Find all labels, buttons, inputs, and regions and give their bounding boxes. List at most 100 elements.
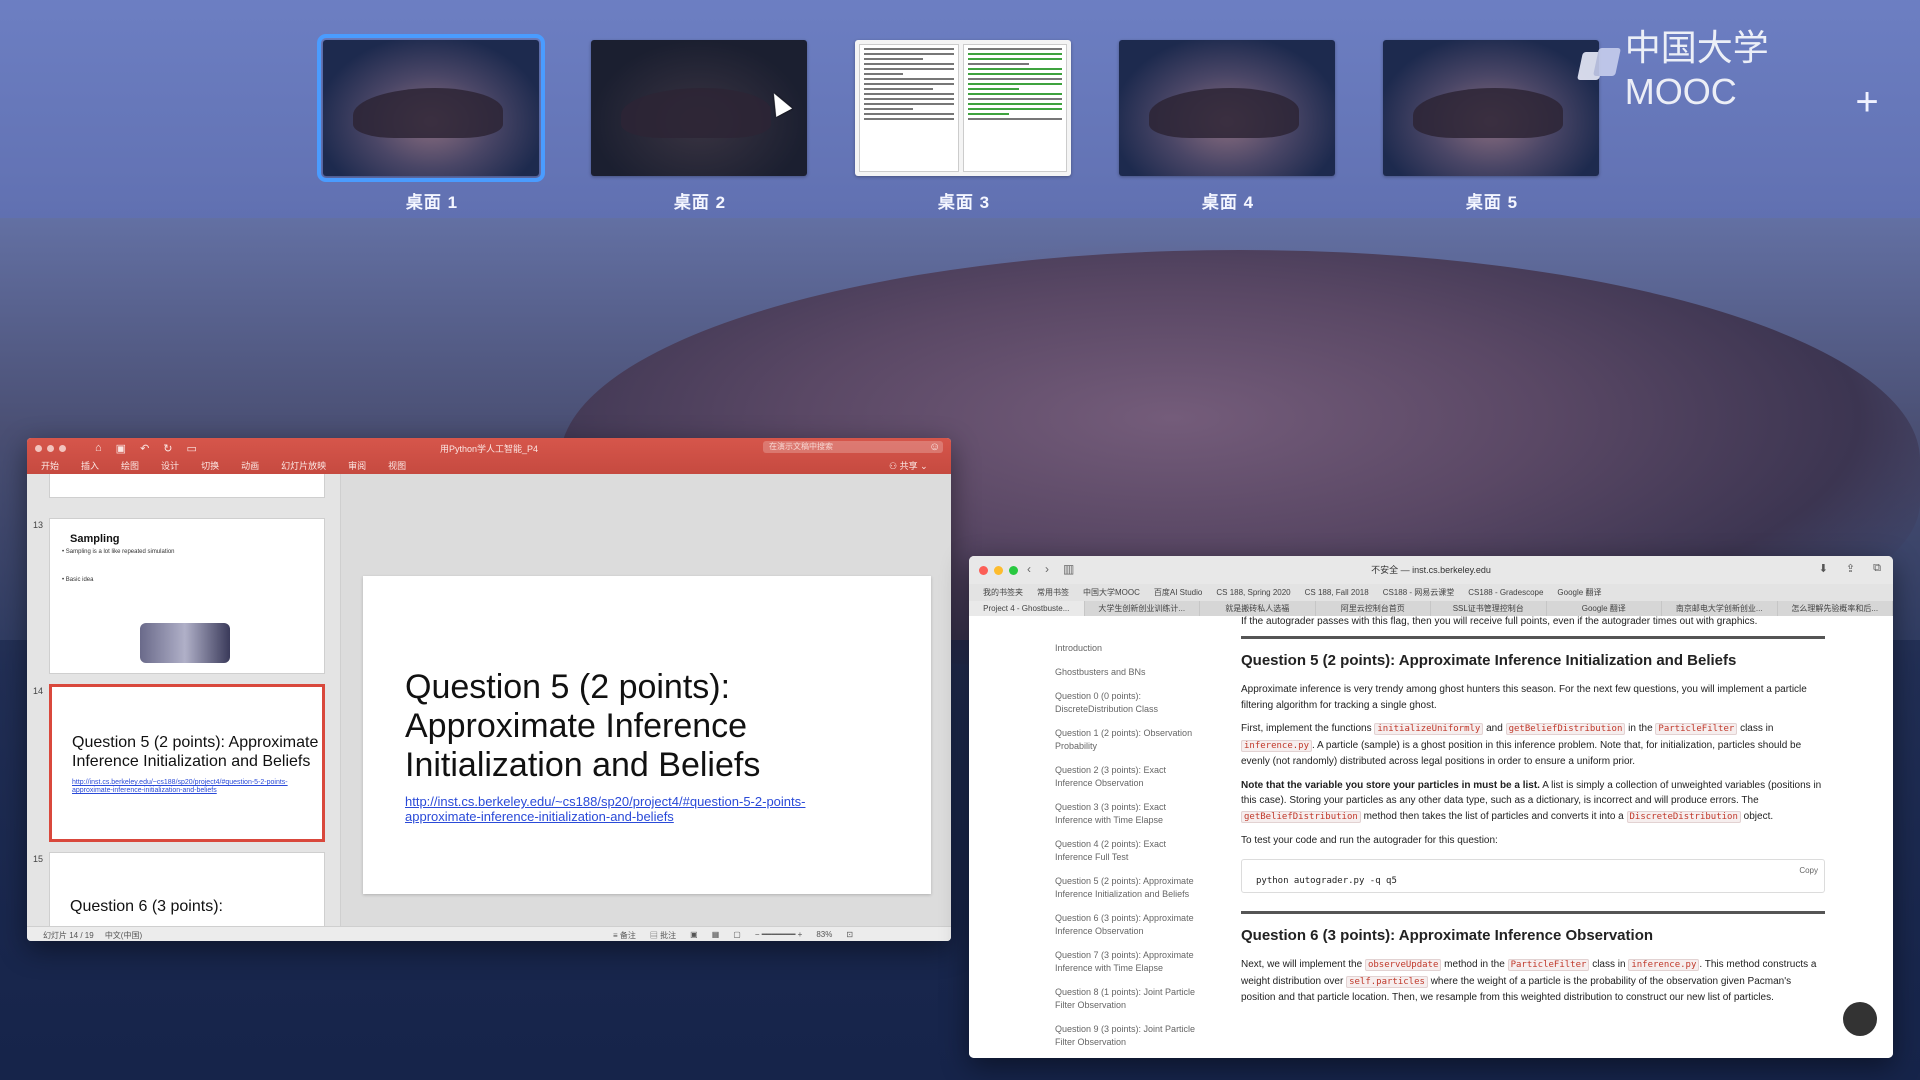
toc-link[interactable]: Ghostbusters and BNs — [1055, 666, 1205, 679]
bookmark-item[interactable]: CS 188, Spring 2020 — [1216, 584, 1290, 601]
tabs-overview-icon[interactable]: ⧉ — [1873, 562, 1881, 575]
tab-design[interactable]: 设计 — [161, 459, 179, 472]
slide-link[interactable]: http://inst.cs.berkeley.edu/~cs188/sp20/… — [405, 794, 875, 824]
toc-link[interactable]: Question 7 (3 points): Approximate Infer… — [1055, 949, 1205, 975]
current-slide[interactable]: Question 5 (2 points): Approximate Infer… — [363, 576, 931, 894]
minimize-button[interactable] — [994, 566, 1003, 575]
space-4[interactable]: 桌面 4 — [1119, 40, 1337, 212]
web-page-content[interactable]: Introduction Ghostbusters and BNs Questi… — [969, 616, 1893, 1058]
tab-animations[interactable]: 动画 — [241, 459, 259, 472]
slide-thumbnail-panel[interactable]: 13 Sampling • Sampling is a lot like rep… — [27, 474, 341, 926]
thumbnail-bullet: • Basic idea — [62, 577, 94, 583]
forward-icon[interactable]: › — [1045, 562, 1049, 576]
tab-insert[interactable]: 插入 — [81, 459, 99, 472]
q5-paragraph-2: First, implement the functions initializ… — [1241, 721, 1825, 770]
toc-link[interactable]: Question 5 (2 points): Approximate Infer… — [1055, 875, 1205, 901]
browser-tab[interactable]: 大学生创新创业训练计... — [1085, 601, 1200, 616]
mooc-watermark-logo: 中国大学MOOC — [1580, 27, 1860, 112]
text-span: First, implement the functions — [1241, 723, 1372, 734]
ppt-search-input[interactable]: 在演示文稿中搜索 — [763, 441, 943, 453]
thumbnail-link[interactable]: http://inst.cs.berkeley.edu/~cs188/sp20/… — [52, 779, 322, 795]
code-block[interactable]: python autograder.py -q q5 Copy — [1241, 858, 1825, 893]
share-button[interactable]: ⚇ 共享 ⌄ — [889, 459, 928, 472]
intro-line: If the autograder passes with this flag,… — [1241, 616, 1758, 627]
robot-illustration — [140, 623, 230, 663]
space-5[interactable]: 桌面 5 — [1383, 40, 1601, 212]
mooc-logo-text: 中国大学MOOC — [1624, 27, 1769, 112]
language-indicator[interactable]: 中文(中国) — [105, 931, 142, 940]
mooc-logo-icon — [1580, 48, 1617, 84]
bookmark-item[interactable]: CS188 - 网易云课堂 — [1383, 584, 1455, 601]
bookmark-item[interactable]: 常用书签 — [1037, 584, 1069, 601]
address-bar[interactable]: 不安全 — inst.cs.berkeley.edu — [1231, 562, 1631, 578]
q5-heading: Question 5 (2 points): Approximate Infer… — [1241, 651, 1737, 669]
slide-thumbnail-13[interactable]: Sampling • Sampling is a lot like repeat… — [49, 518, 325, 674]
toc-link[interactable]: Question 4 (2 points): Exact Inference F… — [1055, 838, 1205, 864]
text-span: class in — [1740, 723, 1774, 734]
slide-thumbnail-15[interactable]: Question 6 (3 points): — [49, 852, 325, 926]
share-icon[interactable]: ⇪ — [1846, 562, 1855, 575]
zoom-slider[interactable]: − ━━━━━━━ + — [755, 930, 803, 941]
space-3[interactable]: 桌面 3 — [855, 40, 1073, 212]
toc-link[interactable]: Question 9 (3 points): Joint Particle Fi… — [1055, 1023, 1205, 1049]
tab-view[interactable]: 视图 — [388, 459, 406, 472]
notes-button[interactable]: ≡ 备注 — [613, 930, 636, 941]
code-inline: DiscreteDistribution — [1626, 810, 1741, 823]
q5-paragraph-4: To test your code and run the autograder… — [1241, 835, 1498, 846]
tab-review[interactable]: 审阅 — [348, 459, 366, 472]
tab-transitions[interactable]: 切换 — [201, 459, 219, 472]
slide-editor-canvas[interactable]: Question 5 (2 points): Approximate Infer… — [341, 474, 951, 926]
normal-view-icon[interactable]: ▣ — [690, 930, 698, 941]
navigation-controls: ‹ › ▥ — [1027, 562, 1074, 576]
ppt-ribbon-tabs: 开始 插入 绘图 设计 切换 动画 幻灯片放映 审阅 视图 — [41, 459, 406, 472]
safari-window[interactable]: ‹ › ▥ 不安全 — inst.cs.berkeley.edu ⬇ ⇪ ⧉ 我… — [969, 556, 1893, 1058]
slide-thumbnail-12[interactable] — [49, 474, 325, 498]
space-1[interactable]: 桌面 1 — [317, 34, 545, 212]
thumbnail-title: Sampling — [70, 533, 120, 545]
text-span: . A particle (sample) is a ghost positio… — [1241, 739, 1802, 768]
window-controls — [979, 566, 1018, 575]
bookmark-item[interactable]: 我的书签夹 — [983, 584, 1023, 601]
floating-action-button[interactable] — [1843, 1002, 1877, 1036]
code-inline: ParticleFilter — [1507, 959, 1590, 971]
powerpoint-window[interactable]: ⌂ ▣ ↶ ↻ ▭ 用Python学人工智能_P4 在演示文稿中搜索 ☺ 开始 … — [27, 438, 951, 941]
bookmark-item[interactable]: CS 188, Fall 2018 — [1305, 584, 1369, 601]
copy-button[interactable]: Copy — [1799, 863, 1818, 879]
toc-link[interactable]: Question 6 (3 points): Approximate Infer… — [1055, 912, 1205, 938]
tab-draw[interactable]: 绘图 — [121, 459, 139, 472]
bookmark-item[interactable]: CS188 - Gradescope — [1468, 584, 1543, 601]
bookmark-item[interactable]: 中国大学MOOC — [1083, 584, 1140, 601]
add-space-button[interactable]: + — [1852, 82, 1882, 122]
command-text: python autograder.py -q q5 — [1256, 875, 1397, 886]
feedback-smiley-icon[interactable]: ☺ — [929, 441, 940, 453]
table-of-contents: Introduction Ghostbusters and BNs Questi… — [1055, 642, 1205, 1058]
toc-link[interactable]: Question 3 (3 points): Exact Inference w… — [1055, 801, 1205, 827]
bookmark-item[interactable]: 百度AI Studio — [1154, 584, 1202, 601]
toc-link[interactable]: Question 1 (2 points): Observation Proba… — [1055, 727, 1205, 753]
article-body: If the autograder passes with this flag,… — [1241, 616, 1825, 1010]
download-icon[interactable]: ⬇ — [1819, 562, 1828, 575]
sorter-view-icon[interactable]: ▦ — [712, 930, 720, 941]
toc-link[interactable]: Question 2 (3 points): Exact Inference O… — [1055, 764, 1205, 790]
fit-to-window-icon[interactable]: ⊡ — [846, 930, 853, 941]
notes-label: 备注 — [619, 931, 636, 940]
toc-link[interactable]: Introduction — [1055, 642, 1205, 655]
browser-tab[interactable]: Project 4 - Ghostbuste... — [969, 601, 1085, 616]
toc-link[interactable]: Question 0 (0 points): DiscreteDistribut… — [1055, 690, 1205, 716]
back-icon[interactable]: ‹ — [1027, 562, 1031, 576]
slide-title[interactable]: Question 5 (2 points): Approximate Infer… — [405, 668, 885, 785]
zoom-button[interactable] — [1009, 566, 1018, 575]
slide-thumbnail-14[interactable]: Question 5 (2 points): Approximate Infer… — [49, 684, 325, 842]
tab-home[interactable]: 开始 — [41, 459, 59, 472]
code-inline: getBeliefDistribution — [1505, 723, 1626, 735]
zoom-level[interactable]: 83% — [816, 930, 832, 941]
toc-link[interactable]: Question 8 (1 points): Joint Particle Fi… — [1055, 986, 1205, 1012]
space-label: 桌面 1 — [405, 193, 459, 212]
bookmark-item[interactable]: Google 翻译 — [1557, 584, 1601, 601]
sidebar-icon[interactable]: ▥ — [1063, 562, 1074, 576]
comments-button[interactable]: ▤ 批注 — [650, 930, 676, 941]
tab-slideshow[interactable]: 幻灯片放映 — [281, 459, 326, 472]
close-button[interactable] — [979, 566, 988, 575]
reading-view-icon[interactable]: ▢ — [733, 930, 741, 941]
thumbnail-title: Question 6 (3 points): — [70, 898, 223, 915]
